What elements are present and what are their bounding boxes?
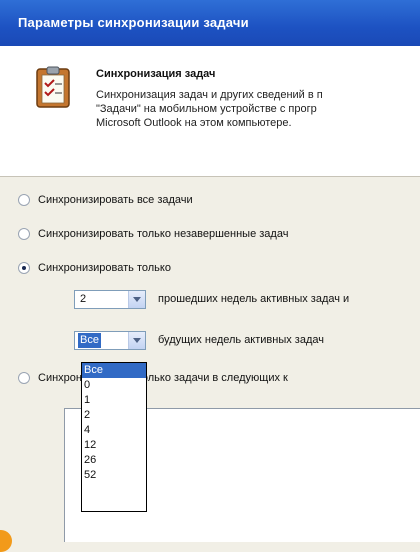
orange-marker	[0, 530, 12, 552]
past-weeks-select[interactable]: 2	[74, 290, 146, 309]
window-title: Параметры синхронизации задачи	[18, 15, 249, 30]
future-weeks-value: Все	[78, 333, 101, 348]
header-description-line: "Задачи" на мобильном устройстве с прогр	[96, 103, 317, 115]
dropdown-option[interactable]: 0	[82, 378, 146, 393]
chevron-down-icon[interactable]	[128, 332, 145, 349]
title-bar: Параметры синхронизации задачи	[0, 0, 420, 46]
past-weeks-value: 2	[80, 293, 87, 305]
radio-button-selected[interactable]	[18, 262, 30, 274]
radio-button[interactable]	[18, 228, 30, 240]
past-weeks-label: прошедших недель активных задач и	[158, 293, 350, 305]
radio-sync-only-label: Синхронизировать только	[38, 262, 171, 274]
dropdown-option[interactable]: 52	[82, 468, 146, 483]
dialog-header: Синхронизация задач Синхронизация задач …	[0, 46, 420, 177]
dropdown-option[interactable]: 2	[82, 408, 146, 423]
sync-task-settings-window: Параметры синхронизации задачи Синхрониз…	[0, 0, 420, 552]
radio-button[interactable]	[18, 194, 30, 206]
header-title: Синхронизация задач	[96, 68, 216, 80]
future-weeks-dropdown-list[interactable]: Все 0 1 2 4 12 26 52	[81, 362, 147, 512]
tasks-clipboard-icon	[36, 66, 70, 108]
radio-sync-categories-label: Синхронизировать только задачи в следующ…	[38, 372, 288, 384]
header-description: Синхронизация задач и других сведений в …	[96, 88, 323, 130]
chevron-down-icon[interactable]	[128, 291, 145, 308]
dropdown-option[interactable]: 4	[82, 423, 146, 438]
future-weeks-select[interactable]: Все	[74, 331, 146, 350]
dropdown-option[interactable]: Все	[82, 363, 146, 378]
dropdown-option[interactable]: 1	[82, 393, 146, 408]
radio-sync-incomplete-label: Синхронизировать только незавершенные за…	[38, 228, 289, 240]
dropdown-option[interactable]: 12	[82, 438, 146, 453]
radio-sync-all-label: Синхронизировать все задачи	[38, 194, 193, 206]
dropdown-option[interactable]: 26	[82, 453, 146, 468]
radio-button[interactable]	[18, 372, 30, 384]
future-weeks-label: будущих недель активных задач	[158, 334, 324, 346]
header-description-line: Microsoft Outlook на этом компьютере.	[96, 117, 292, 129]
header-description-line: Синхронизация задач и других сведений в …	[96, 89, 323, 101]
